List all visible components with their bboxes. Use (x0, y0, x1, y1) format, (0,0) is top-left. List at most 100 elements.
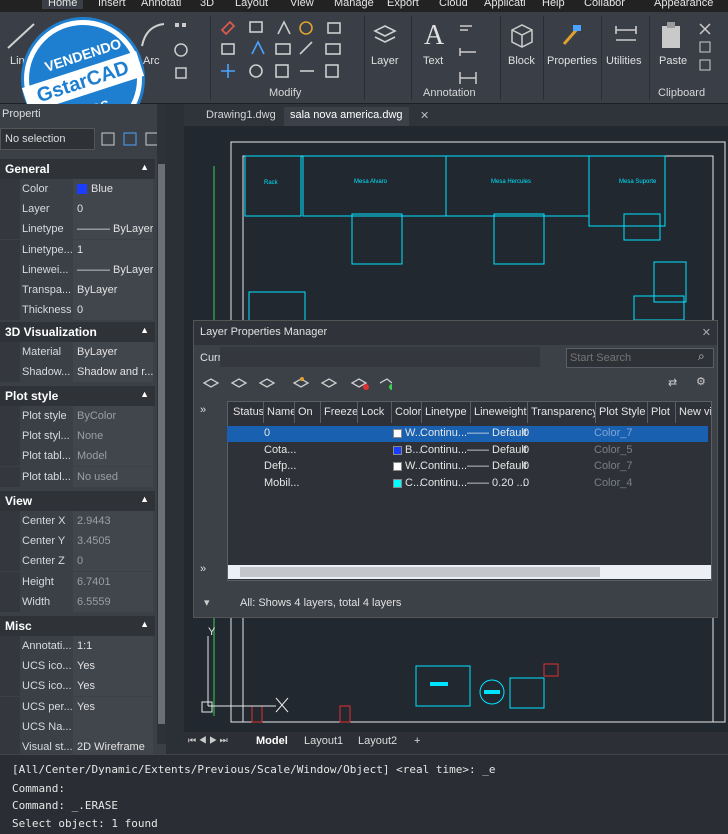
column-header[interactable]: Plot (648, 401, 676, 423)
property-row[interactable]: Width 6.5559 (0, 591, 155, 612)
property-row[interactable]: Plot tabl... Model (0, 446, 155, 467)
property-value[interactable]: 0 (73, 300, 153, 321)
column-header[interactable]: Lineweight (471, 401, 528, 423)
tab-3d[interactable]: 3D (200, 0, 214, 9)
close-tab-icon[interactable]: ✕ (420, 109, 429, 122)
layout-tab-model[interactable]: Model (256, 735, 288, 747)
property-row[interactable]: Annotati... 1:1 (0, 636, 155, 656)
property-value[interactable]: 1 (73, 239, 153, 260)
section-3d-visualization[interactable]: 3D Visualization ▲ (0, 322, 155, 342)
selection-dropdown[interactable]: No selection (0, 128, 95, 150)
collapse-icon[interactable]: ▲ (140, 162, 149, 172)
layer-color-swatch[interactable] (393, 445, 402, 455)
property-row[interactable]: Material ByLayer (0, 342, 155, 362)
column-header[interactable]: On (295, 401, 321, 423)
property-row[interactable]: Linetype... 1 (0, 239, 155, 260)
layer-row[interactable]: ▰Defp...💡☼🔓W...Continu...—— Default0Colo… (227, 459, 708, 475)
layer-table-scrollbar[interactable] (228, 565, 711, 579)
layer-icon[interactable] (372, 22, 398, 48)
text-icon[interactable]: A (424, 20, 444, 52)
settings-gear-icon[interactable]: ⚙ (696, 375, 706, 388)
tab-insert[interactable]: Insert (98, 0, 126, 9)
collapse-icon[interactable]: ▲ (140, 619, 149, 629)
doc-tab-sala[interactable]: sala nova america.dwg (284, 107, 409, 126)
property-row[interactable]: Plot style ByColor (0, 406, 155, 426)
refresh-icon[interactable]: ⇄ (668, 376, 677, 389)
select-tools-icon[interactable] (100, 130, 162, 148)
property-row[interactable]: Center Y 3.4505 (0, 531, 155, 552)
property-value[interactable]: ——— ByLayer (73, 259, 153, 280)
tab-view[interactable]: View (290, 0, 314, 9)
dimension-tools-icon[interactable] (456, 22, 496, 88)
tab-cloud[interactable]: Cloud (439, 0, 468, 9)
property-row[interactable]: Plot styl... None (0, 426, 155, 447)
property-value[interactable]: 3.4505 (73, 531, 153, 552)
tab-appearance[interactable]: Appearance (654, 0, 713, 9)
property-row[interactable]: Height 6.7401 (0, 571, 155, 592)
layer-color-swatch[interactable] (393, 462, 402, 471)
property-row[interactable]: Shadow... Shadow and r... (0, 362, 155, 383)
layer-row[interactable]: ▰Cota...💡☼🔓B...Continu...—— Default0Colo… (227, 443, 708, 459)
section-plot-style[interactable]: Plot style ▲ (0, 386, 155, 406)
layout-tab-layout1[interactable]: Layout1 (304, 735, 343, 747)
property-value[interactable]: ——— ByLayer (73, 219, 153, 240)
collapse-filter-icon[interactable]: » (200, 563, 206, 575)
filter-icon[interactable]: ▾ (204, 596, 210, 609)
property-row[interactable]: Color Blue (0, 179, 155, 199)
layout-nav-icons[interactable]: ⏮ ◀ ▶ ⏭ (188, 735, 228, 746)
property-value[interactable]: 6.5559 (73, 591, 153, 612)
property-row[interactable]: UCS Na... (0, 716, 155, 737)
property-value[interactable]: 0 (73, 551, 153, 572)
collapse-icon[interactable]: ▲ (140, 325, 149, 335)
property-row[interactable]: Layer 0 (0, 199, 155, 220)
search-icon[interactable]: ⌕ (698, 349, 705, 364)
property-row[interactable]: UCS ico... Yes (0, 676, 155, 697)
property-row[interactable]: Linetype ——— ByLayer (0, 219, 155, 240)
column-header[interactable]: Status (230, 401, 264, 423)
block-icon[interactable] (508, 22, 536, 48)
layer-color-swatch[interactable] (393, 478, 402, 488)
layer-row[interactable]: ▰Mobil...💡☼🔓C...Continu...—— 0.20 ...0Co… (227, 476, 708, 492)
clipboard-tools-icon[interactable] (696, 20, 716, 74)
modify-tools-icon[interactable] (218, 18, 358, 84)
section-general[interactable]: General ▲ (0, 159, 155, 179)
property-value[interactable]: Yes (73, 676, 153, 697)
column-header[interactable]: Color (392, 401, 422, 423)
column-header[interactable]: Name (264, 401, 295, 423)
column-header[interactable]: Freeze (321, 401, 358, 423)
layer-color-swatch[interactable] (393, 429, 402, 438)
tab-help[interactable]: Help (542, 0, 565, 9)
tab-home[interactable]: Home (42, 0, 84, 9)
property-value[interactable]: ByLayer (73, 342, 153, 362)
column-header[interactable]: Linetype (422, 401, 471, 423)
property-value[interactable]: ByColor (73, 406, 153, 426)
layout-tab-layout2[interactable]: Layout2 (358, 735, 397, 747)
properties-icon[interactable] (558, 22, 586, 48)
collapse-icon[interactable]: ▲ (140, 389, 149, 399)
property-value[interactable]: Model (73, 446, 153, 467)
property-value[interactable]: Yes (73, 696, 153, 717)
paste-icon[interactable] (658, 20, 688, 50)
property-row[interactable]: UCS ico... Yes (0, 656, 155, 677)
doc-tab-drawing1[interactable]: Drawing1.dwg (200, 107, 282, 126)
layer-search-input[interactable] (566, 348, 714, 368)
property-value[interactable]: None (73, 426, 153, 447)
property-value[interactable] (73, 716, 153, 737)
property-row[interactable]: Center X 2.9443 (0, 511, 155, 531)
layer-toolbar-icons[interactable] (202, 375, 392, 393)
tab-collaborate[interactable]: Collabor (584, 0, 625, 9)
close-dialog-icon[interactable]: ✕ (702, 326, 711, 339)
utilities-icon[interactable] (612, 22, 640, 48)
annotation-group-label[interactable]: Annotation (423, 87, 476, 99)
expand-filter-icon[interactable]: » (200, 404, 206, 416)
property-value[interactable]: 6.7401 (73, 571, 153, 592)
tab-applications[interactable]: Applicati (484, 0, 526, 9)
property-value[interactable]: 0 (73, 199, 153, 220)
column-header[interactable]: Transparency (528, 401, 596, 423)
arc-icon[interactable] (138, 20, 168, 50)
column-header[interactable]: New vi (676, 401, 712, 423)
modify-group-label[interactable]: Modify (269, 87, 301, 99)
property-row[interactable]: Transpa... ByLayer (0, 280, 155, 300)
command-line[interactable]: [All/Center/Dynamic/Extents/Previous/Sca… (0, 754, 728, 834)
tab-manage[interactable]: Manage (334, 0, 374, 9)
